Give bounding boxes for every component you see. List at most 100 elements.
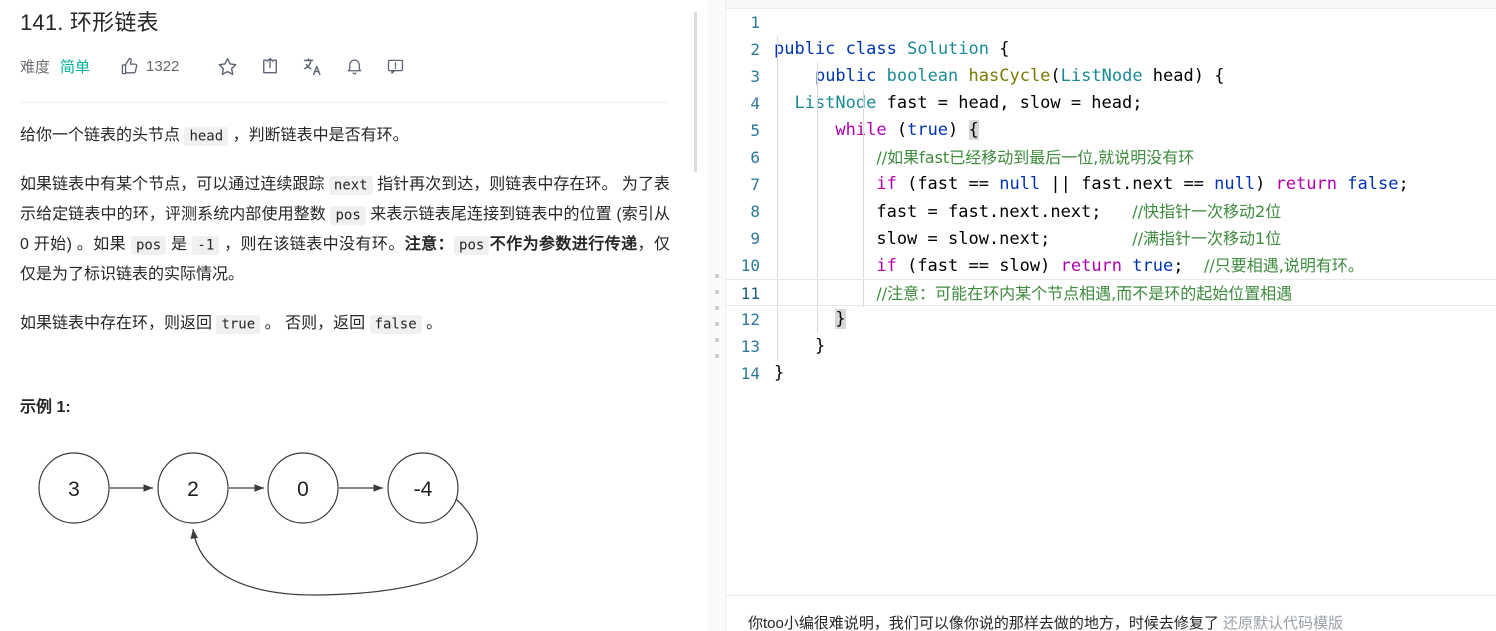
thumbs-up-icon[interactable]: 1322 [120,54,179,78]
code-line-text: //如果fast已经移动到最后一位,就说明没有环 [774,144,1496,172]
divider [20,102,668,103]
bottom-bar-message: 你too小编很难说明，我们可以像你说的那样去做的地方，时候去修复了 [748,615,1219,631]
code-line[interactable]: 13 } [726,333,1496,360]
indent-guide [777,90,778,117]
code-token: Solution [907,39,989,59]
code-token: if [876,174,897,194]
indent-guide [777,198,778,225]
code-editor[interactable]: 1 2 public class Solution {3 public boolea… [726,9,1496,595]
code-line[interactable]: 7 if (fast == null || fast.next == null)… [726,171,1496,198]
p1-text-a: 给你一个链表的头节点 [20,127,185,144]
line-number: 9 [750,229,760,248]
inline-code-pos-1: pos [330,205,366,225]
code-token: //如果fast已经移动到最后一位,就说明没有环 [876,148,1195,167]
indent-guide [817,225,818,252]
line-number: 2 [750,40,760,59]
code-token: ) [948,120,969,140]
code-line[interactable]: 12 } [726,306,1496,333]
p2-note-label: 注意： [404,236,455,253]
line-number: 7 [750,175,760,194]
splitter-dot [714,321,719,326]
code-token: } [835,309,846,329]
indent-guide [777,63,778,90]
code-line-text: if (fast == slow) return true; //只要相遇,说明… [774,252,1496,280]
code-line[interactable]: 4 ListNode fast = head, slow = head; [726,90,1496,117]
pane-splitter-handle[interactable] [708,0,725,631]
indent-guide [863,90,864,117]
code-line-text: ListNode fast = head, slow = head; [774,90,1496,117]
inline-code-true: true [216,314,261,334]
code-line[interactable]: 11 //注意：可能在环内某个节点相遇,而不是环的起始位置相遇 [726,279,1496,307]
description-paragraph-3: 如果链表中存在环，则返回 true 。 否则，返回 false 。 [20,309,670,339]
code-token: fast = head, slow = head; [876,93,1143,113]
indent-guide [817,252,818,279]
p2-note-emphasis: 不作为参数进行传递 [489,236,638,253]
problem-description-pane: 141. 环形链表 难度 简单 1322 给你一个链表的头节点 head ，判断… [0,0,697,631]
code-line[interactable]: 6 //如果fast已经移动到最后一位,就说明没有环 [726,144,1496,171]
line-number: 8 [750,202,760,221]
line-number: 3 [750,67,760,86]
code-token: fast = fast.next.next; [774,202,1133,222]
code-token: slow = slow.next; [774,229,1133,249]
p2-text-d: 是 [166,236,193,253]
inline-code-minus-one: -1 [192,235,220,255]
code-line[interactable]: 9 slow = slow.next; //满指针一次移动1位 [726,225,1496,252]
code-token: public [774,39,836,59]
code-line[interactable]: 5 while (true) { [726,117,1496,144]
indent-guide [817,280,818,307]
star-icon[interactable] [217,54,238,78]
feedback-icon[interactable] [386,54,405,78]
code-token: (fast == slow) [896,256,1061,276]
line-number: 11 [740,284,760,303]
code-line-text: while (true) { [774,117,1496,144]
bell-icon[interactable] [345,54,364,78]
editor-bottom-bar-text: 你too小编很难说明，我们可以像你说的那样去做的地方，时候去修复了 还原默认代码… [748,613,1343,631]
p2-text-a: 如果链表中有某个节点，可以通过连续跟踪 [20,176,329,193]
vote-count: 1322 [146,57,180,75]
difficulty-value: 简单 [60,58,91,76]
indent-guide [817,144,818,171]
code-line[interactable]: 10 if (fast == slow) return true; //只要相遇… [726,252,1496,279]
code-token: public [814,66,877,86]
code-line[interactable]: 14} [726,360,1496,387]
code-token: null [1214,174,1256,194]
code-line[interactable]: 1 [726,9,1496,36]
description-paragraph-2: 如果链表中有某个节点，可以通过连续跟踪 next 指针再次到达，则链表中存在环。… [20,170,670,290]
line-number: 4 [750,94,760,113]
code-token: null [999,174,1041,194]
line-number: 13 [740,337,760,356]
p3-text-a: 如果链表中存在环，则返回 [20,315,217,332]
scrollbar-thumb[interactable] [694,12,697,172]
code-lines-container[interactable]: 1 2 public class Solution {3 public boolea… [726,9,1496,387]
node-label-0: 3 [68,478,80,501]
code-line[interactable]: 2 public class Solution { [726,36,1496,63]
description-scrollbar[interactable] [692,0,697,631]
indent-guide [777,225,778,252]
code-line-text: } [774,360,1496,387]
p3-text-b: 。 否则，返回 [260,315,370,332]
code-line[interactable]: 8 fast = fast.next.next; //快指针一次移动2位 [726,198,1496,225]
indent-guide [817,198,818,225]
code-line-text: } [774,333,1496,360]
indent-guide [777,36,778,63]
inline-code-pos-3: pos [454,235,490,255]
indent-guide [863,225,864,252]
node-label-2: 0 [297,478,309,501]
translate-icon[interactable] [302,54,323,78]
code-token: if [876,256,897,276]
code-line[interactable]: 3 public boolean hasCycle(ListNode head)… [726,63,1496,90]
problem-meta-row: 难度 简单 1322 [20,46,675,86]
reset-code-link[interactable]: 还原默认代码模版 [1223,615,1343,631]
indent-guide [817,306,818,333]
description-scroll-area[interactable]: 141. 环形链表 难度 简单 1322 给你一个链表的头节点 head ，判断… [0,0,697,631]
splitter-dot [714,273,719,278]
share-icon[interactable] [260,54,280,78]
code-line-text: public boolean hasCycle(ListNode head) { [774,63,1496,90]
